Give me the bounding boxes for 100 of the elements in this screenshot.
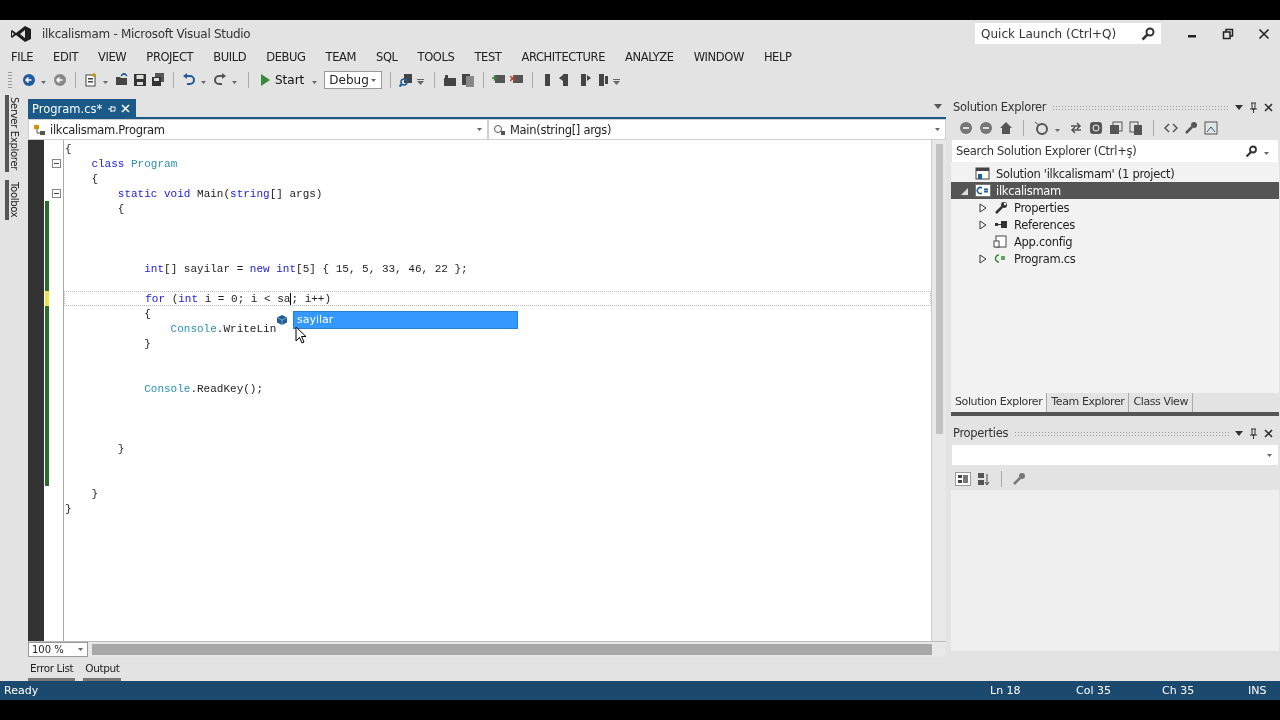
- vertical-scrollbar[interactable]: [931, 140, 946, 641]
- search-field[interactable]: Search Solution Explorer (Ctrl+ş): [952, 140, 1278, 162]
- caret-icon[interactable]: [200, 79, 207, 85]
- config-file-icon: [993, 235, 1009, 248]
- close-icon[interactable]: [1264, 428, 1273, 438]
- expand-arrow-icon[interactable]: [979, 253, 987, 264]
- line-indicator: Ln 18: [990, 684, 1022, 697]
- back-icon[interactable]: [959, 121, 973, 135]
- member-dropdown[interactable]: Main(string[] args): [488, 119, 946, 140]
- properties-file-icon: [993, 201, 1009, 214]
- alphabetical-icon[interactable]: [977, 472, 991, 486]
- toolbar-grip[interactable]: [8, 72, 12, 88]
- menu-item[interactable]: HELP: [756, 50, 799, 64]
- code-line: {: [64, 142, 72, 155]
- panel-title: Solution Explorer: [952, 100, 1047, 114]
- undo-icon[interactable]: [182, 73, 196, 87]
- side-tab[interactable]: Toolbox: [4, 180, 20, 220]
- pin-icon[interactable]: [1249, 101, 1258, 113]
- side-tab[interactable]: Server Explorer: [4, 95, 20, 173]
- pointer-icon: [295, 326, 307, 344]
- document-icon[interactable]: [461, 73, 476, 87]
- document-tab[interactable]: Program.cs*: [28, 99, 137, 117]
- play-icon: [260, 74, 270, 86]
- caret-icon[interactable]: [102, 79, 109, 85]
- home-icon[interactable]: [999, 121, 1013, 135]
- wrench-icon[interactable]: [1012, 472, 1026, 486]
- tree-item[interactable]: Solution 'ilkcalismam' (1 project): [951, 165, 1279, 182]
- preview-icon[interactable]: [1204, 121, 1218, 135]
- dropdown-arrow-icon: [1266, 452, 1273, 458]
- code-line: {: [90, 172, 98, 185]
- field-icon: [276, 314, 288, 326]
- caret-icon[interactable]: [40, 79, 47, 85]
- open-folder-icon[interactable]: [115, 73, 129, 87]
- sync-icon[interactable]: [1069, 121, 1083, 135]
- tree-item[interactable]: App.config: [951, 233, 1279, 250]
- history-icon[interactable]: [1034, 121, 1048, 135]
- menu-item[interactable]: ARCHITECTURE: [514, 50, 613, 64]
- refresh-icon[interactable]: [1089, 121, 1103, 135]
- new-project-icon[interactable]: [84, 73, 98, 87]
- tree-item[interactable]: References: [951, 216, 1279, 233]
- menu-item[interactable]: EDIT: [46, 50, 86, 64]
- restore-icon[interactable]: [1222, 27, 1234, 40]
- expand-arrow-icon[interactable]: [979, 219, 987, 230]
- find-icon[interactable]: [399, 73, 414, 87]
- overflow-icon[interactable]: [613, 79, 621, 85]
- menu-item[interactable]: BUILD: [206, 50, 254, 64]
- menu-item[interactable]: VIEW: [91, 50, 134, 64]
- show-all-files-icon[interactable]: [1129, 121, 1143, 135]
- menu-item[interactable]: TEST: [467, 50, 509, 64]
- close-icon[interactable]: [1264, 102, 1273, 112]
- tree-item[interactable]: Properties: [951, 199, 1279, 216]
- expand-arrow-icon[interactable]: [979, 202, 987, 213]
- overflow-icon[interactable]: [417, 79, 425, 85]
- tab-menu-icon[interactable]: [934, 104, 942, 109]
- forward-icon[interactable]: [979, 121, 993, 135]
- type-dropdown[interactable]: ilkcalismam.Program: [28, 119, 488, 140]
- pin-icon[interactable]: [107, 103, 117, 114]
- menu-item[interactable]: TOOLS: [410, 50, 462, 64]
- insert-mode-indicator: INS: [1248, 684, 1268, 697]
- dropdown-arrow-icon[interactable]: [1235, 104, 1243, 110]
- caret-icon[interactable]: [311, 79, 319, 85]
- pin-icon[interactable]: [1249, 427, 1258, 439]
- wrench-icon[interactable]: [1184, 121, 1198, 135]
- method-icon: [493, 123, 507, 136]
- collapse-icon[interactable]: [51, 189, 61, 198]
- forward-icon[interactable]: [53, 73, 67, 87]
- save-icon[interactable]: [133, 73, 147, 87]
- panel-tab[interactable]: Team Explorer: [1047, 393, 1130, 412]
- caret-icon[interactable]: [231, 79, 238, 85]
- zoom-dropdown[interactable]: 100 %: [28, 642, 88, 657]
- panel-tab[interactable]: Class View: [1129, 393, 1194, 412]
- column-indicator: Col 35: [1076, 684, 1112, 697]
- menu-item[interactable]: DEBUG: [259, 50, 313, 64]
- dropdown-arrow-icon[interactable]: [1235, 430, 1243, 436]
- window-icon[interactable]: [443, 73, 458, 87]
- start-button[interactable]: Start: [257, 71, 308, 89]
- configuration-dropdown[interactable]: Debug: [324, 71, 383, 89]
- tree-item[interactable]: ilkcalismam: [951, 182, 1279, 199]
- code-line: {: [143, 307, 151, 320]
- collapse-all-icon[interactable]: [1109, 121, 1123, 135]
- close-icon[interactable]: [1258, 27, 1270, 40]
- panel-tab[interactable]: Solution Explorer: [951, 393, 1048, 412]
- categorized-icon[interactable]: [955, 472, 971, 486]
- menu-item[interactable]: FILE: [4, 50, 41, 64]
- code-editor[interactable]: { class Program { static void Main(string[] args) { int[] sayilar = new int[5] { 15, 5, 33, 46, 22 }; for (int i = 0; i < sa; i++) { Console.WriteLin } Console.ReadKey(); } } } sayilar: [28, 140, 946, 641]
- quick-launch-field[interactable]: Quick Launch (Ctrl+Q): [975, 23, 1161, 44]
- code-icon[interactable]: [1164, 121, 1178, 135]
- caret-icon[interactable]: [1054, 127, 1061, 133]
- tree-item[interactable]: Program.cs: [951, 250, 1279, 267]
- collapse-icon[interactable]: [51, 159, 61, 168]
- back-icon[interactable]: [22, 73, 36, 87]
- menu-item[interactable]: WINDOW: [686, 50, 751, 64]
- horizontal-scrollbar[interactable]: [92, 644, 932, 655]
- menu-item[interactable]: ANALYZE: [618, 50, 681, 64]
- redo-icon[interactable]: [213, 73, 227, 87]
- menu-item[interactable]: PROJECT: [139, 50, 201, 64]
- code-line: }: [90, 487, 98, 500]
- save-all-icon[interactable]: [151, 73, 165, 87]
- menu-item[interactable]: TEAM: [318, 50, 364, 64]
- menu-item[interactable]: SQL: [369, 50, 405, 64]
